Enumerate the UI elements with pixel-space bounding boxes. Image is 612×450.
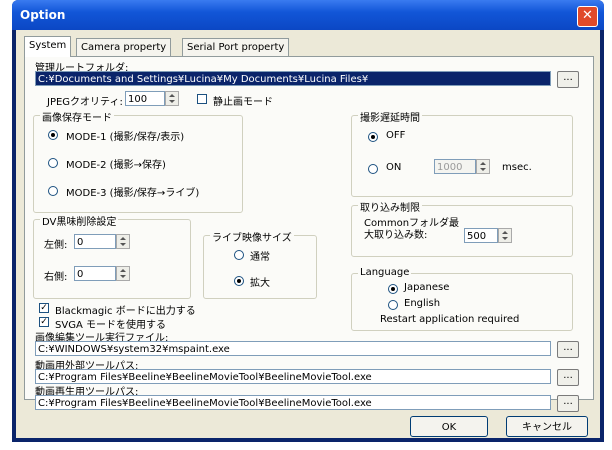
still-mode-label: 静止画モード	[213, 97, 273, 108]
mode1-label: MODE-1 (撮影/保存/表示)	[66, 132, 185, 143]
mode3-radio[interactable]	[48, 186, 58, 196]
delay-on-radio[interactable]	[368, 164, 378, 174]
jpeg-quality-spinner[interactable]	[165, 91, 179, 106]
delay-off-label: OFF	[386, 130, 406, 141]
left-edge-spinner[interactable]	[116, 234, 130, 249]
root-folder-browse-button[interactable]: ...	[557, 71, 579, 88]
tab-serial-port-property[interactable]: Serial Port property	[182, 38, 290, 56]
delay-off-radio[interactable]	[368, 132, 378, 142]
restart-note: Restart application required	[380, 314, 520, 325]
delay-value-input[interactable]: 1000	[434, 159, 476, 174]
delay-spinner[interactable]	[476, 159, 490, 174]
delay-on-label: ON	[386, 162, 402, 173]
shooting-delay-title: 撮影遅延時間	[358, 109, 422, 124]
live-video-size-group: ライブ映像サイズ 通常 拡大	[203, 229, 317, 299]
dialog-client-area: System Camera property Serial Port prope…	[16, 30, 600, 438]
jpeg-quality-label: JPEGクオリティ:	[47, 97, 123, 108]
right-edge-input[interactable]: 0	[74, 266, 116, 281]
image-editor-browse-button[interactable]: ...	[557, 341, 579, 358]
option-dialog: Option ✕ System Camera property Serial P…	[12, 0, 604, 442]
jpeg-quality-input[interactable]: 100	[125, 91, 165, 106]
left-edge-input[interactable]: 0	[74, 234, 116, 249]
import-limit-spinner[interactable]	[498, 228, 512, 243]
right-edge-label: 右側:	[44, 272, 68, 283]
save-mode-title: 画像保存モード	[40, 109, 114, 124]
external-video-tool-input[interactable]: C:¥Program Files¥Beeline¥BeelineMovieToo…	[35, 369, 551, 384]
mode3-label: MODE-3 (撮影/保存→ライブ)	[66, 188, 200, 199]
tab-system[interactable]: System	[24, 36, 72, 57]
image-editor-input[interactable]: C:¥WINDOWS¥system32¥mspaint.exe	[35, 341, 551, 356]
language-english-radio[interactable]	[388, 300, 398, 310]
import-limit-input[interactable]: 500	[464, 228, 498, 243]
live-video-size-title: ライブ映像サイズ	[210, 229, 294, 244]
close-button[interactable]: ✕	[577, 6, 598, 27]
size-normal-label: 通常	[250, 252, 270, 263]
root-folder-input[interactable]: C:¥Documents and Settings¥Lucina¥My Docu…	[35, 71, 551, 86]
delay-unit-label: msec.	[502, 162, 532, 173]
dv-black-edge-group: DV黒味削除設定 左側: 0 右側: 0	[33, 213, 191, 299]
import-limit-group: 取り込み制限 Commonフォルダ最 大取り込み数: 500	[351, 199, 573, 257]
shooting-delay-group: 撮影遅延時間 OFF ON 1000 msec.	[351, 109, 573, 197]
import-limit-line2: 大取り込み数:	[364, 230, 428, 241]
size-normal-radio[interactable]	[234, 250, 244, 260]
save-mode-group: 画像保存モード MODE-1 (撮影/保存/表示) MODE-2 (撮影→保存)…	[33, 109, 243, 213]
language-group: Language Japanese English Restart applic…	[351, 267, 573, 331]
size-zoom-radio[interactable]	[234, 276, 244, 286]
svga-checkbox[interactable]: ✓	[39, 317, 49, 327]
tab-camera-property[interactable]: Camera property	[76, 38, 172, 56]
left-edge-label: 左側:	[44, 240, 68, 251]
blackmagic-checkbox[interactable]: ✓	[39, 303, 49, 313]
video-player-tool-input[interactable]: C:¥Program Files¥Beeline¥BeelineMovieToo…	[35, 395, 551, 410]
system-tab-panel: 管理ルートフォルダ: C:¥Documents and Settings¥Luc…	[24, 56, 594, 412]
dv-black-edge-title: DV黒味削除設定	[40, 213, 119, 228]
title-bar: Option ✕	[12, 0, 604, 30]
blackmagic-label: Blackmagic ボードに出力する	[55, 306, 196, 317]
right-edge-spinner[interactable]	[116, 266, 130, 281]
mode2-label: MODE-2 (撮影→保存)	[66, 160, 166, 171]
language-english-label: English	[404, 298, 441, 309]
language-title: Language	[358, 267, 412, 278]
language-japanese-radio[interactable]	[388, 284, 398, 294]
cancel-button[interactable]: キャンセル	[506, 416, 588, 437]
ok-button[interactable]: OK	[410, 416, 488, 437]
window-title: Option	[20, 8, 66, 22]
external-video-tool-browse-button[interactable]: ...	[557, 369, 579, 386]
video-player-tool-browse-button[interactable]: ...	[557, 395, 579, 412]
size-zoom-label: 拡大	[250, 278, 270, 289]
mode2-radio[interactable]	[48, 158, 58, 168]
language-japanese-label: Japanese	[404, 282, 450, 293]
import-limit-title: 取り込み制限	[358, 199, 422, 214]
mode1-radio[interactable]	[48, 130, 58, 140]
still-mode-checkbox[interactable]	[197, 94, 207, 104]
